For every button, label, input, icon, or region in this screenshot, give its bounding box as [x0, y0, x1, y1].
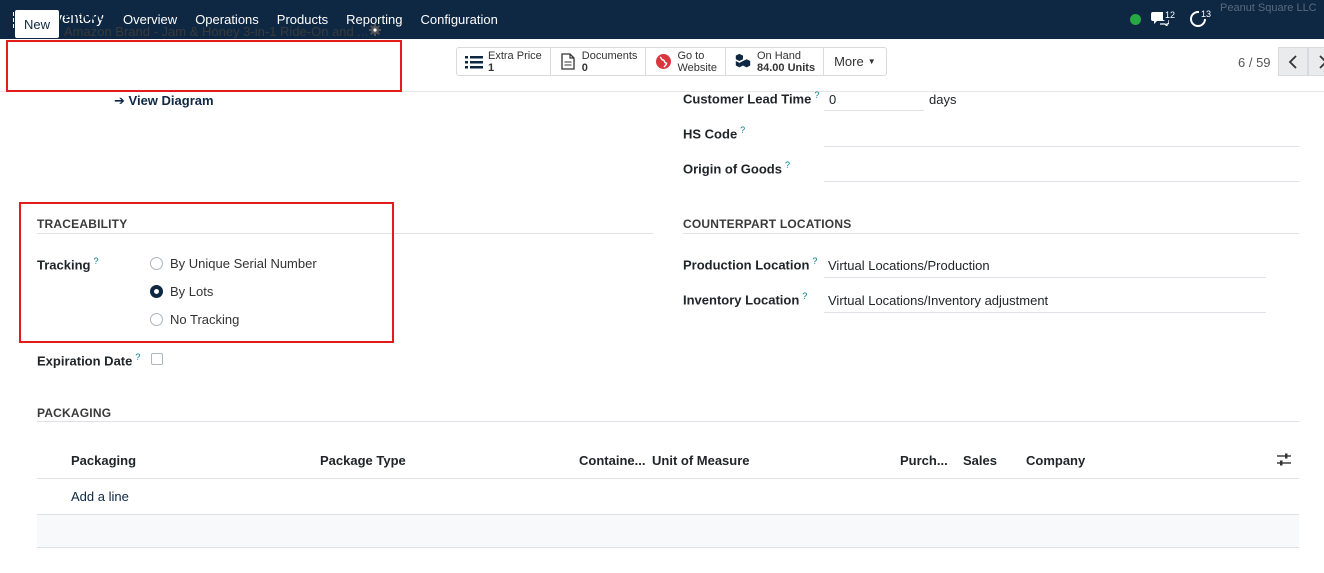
caret-down-icon: ▼: [867, 57, 876, 66]
col-sales[interactable]: Sales: [963, 453, 997, 468]
hs-code-input[interactable]: [824, 146, 1299, 147]
arrow-right-icon: ➔: [114, 93, 129, 108]
col-package-type[interactable]: Package Type: [320, 453, 406, 468]
customer-lead-time-text: Customer Lead Time: [683, 91, 812, 107]
on-hand-button[interactable]: On Hand 84.00 Units: [726, 48, 825, 75]
record-title: Amazon Brand - Jam & Honey 3-in-1 Ride-O…: [64, 24, 369, 39]
customer-lead-time-underline: [824, 110, 924, 111]
chevron-right-icon: [1319, 54, 1324, 69]
documents-label: Documents: [581, 49, 638, 62]
pager-counter[interactable]: 6 / 59: [1238, 55, 1271, 70]
pager-previous-button[interactable]: [1278, 47, 1308, 76]
counterpart-rule: [683, 233, 1299, 234]
more-label: More: [834, 54, 864, 69]
expiration-date-checkbox[interactable]: [151, 353, 163, 365]
extra-price-label: Extra Price: [488, 49, 542, 62]
col-container[interactable]: Containe...: [579, 453, 645, 468]
inventory-location-underline: [824, 312, 1266, 313]
counterpart-title: COUNTERPART LOCATIONS: [683, 217, 852, 231]
expiration-date-text: Expiration Date: [37, 353, 133, 369]
document-icon: [559, 53, 577, 70]
online-status-icon[interactable]: [1130, 14, 1141, 25]
extra-price-value: 1: [488, 61, 495, 74]
globe-icon: [654, 54, 672, 70]
production-location-underline: [824, 277, 1266, 278]
extra-price-button[interactable]: Extra Price 1: [457, 48, 551, 75]
hs-code-text: HS Code: [683, 126, 738, 142]
customer-lead-time-input[interactable]: 0: [829, 92, 836, 107]
traceability-highlight-box: [19, 202, 394, 343]
col-packaging[interactable]: Packaging: [71, 453, 136, 468]
help-icon[interactable]: ?: [740, 125, 745, 135]
list-icon: [465, 54, 483, 70]
view-diagram-link[interactable]: ➔ View Diagram: [114, 93, 214, 109]
pager-next-button[interactable]: [1308, 47, 1324, 76]
inventory-location-input[interactable]: Virtual Locations/Inventory adjustment: [828, 293, 1048, 308]
col-purchase[interactable]: Purch...: [900, 453, 948, 468]
inventory-location-label: Inventory Location?: [683, 291, 807, 307]
inventory-location-text: Inventory Location: [683, 292, 800, 308]
company-name[interactable]: Peanut Square LLC: [1220, 2, 1317, 14]
table-footer: [37, 514, 1299, 548]
production-location-label: Production Location?: [683, 256, 817, 272]
origin-text: Origin of Goods: [683, 161, 782, 177]
documents-value: 0: [581, 61, 588, 74]
col-unit-of-measure[interactable]: Unit of Measure: [652, 453, 750, 468]
gear-icon[interactable]: [369, 24, 381, 36]
column-settings-icon[interactable]: [1277, 453, 1291, 467]
production-location-input[interactable]: Virtual Locations/Production: [828, 258, 990, 273]
help-icon[interactable]: ?: [802, 291, 807, 301]
website-label: Website: [677, 61, 717, 74]
help-icon[interactable]: ?: [814, 90, 819, 100]
origin-input[interactable]: [824, 181, 1299, 182]
help-icon[interactable]: ?: [135, 352, 140, 362]
col-company[interactable]: Company: [1026, 453, 1085, 468]
table-header-rule: [37, 478, 1299, 479]
expiration-date-label: Expiration Date?: [37, 352, 140, 368]
lead-time-unit: days: [929, 92, 957, 107]
cubes-icon: [734, 53, 752, 70]
on-hand-label: On Hand: [756, 49, 802, 62]
chat-count-badge: 12: [1163, 10, 1178, 20]
more-dropdown[interactable]: More ▼: [824, 48, 886, 75]
on-hand-value: 84.00 Units: [756, 61, 816, 74]
menu-configuration[interactable]: Configuration: [420, 12, 497, 27]
add-a-line-link[interactable]: Add a line: [71, 489, 129, 504]
chevron-left-icon: [1288, 54, 1297, 69]
smart-buttons: Extra Price 1 Documents 0 Go to Website On …: [456, 47, 887, 76]
customer-lead-time-label: Customer Lead Time?: [683, 90, 819, 106]
go-to-website-button[interactable]: Go to Website: [646, 48, 726, 75]
help-icon[interactable]: ?: [785, 160, 790, 170]
packaging-title: PACKAGING: [37, 406, 112, 420]
breadcrumb-highlight-box: [6, 40, 402, 92]
production-location-text: Production Location: [683, 257, 810, 273]
breadcrumb-parent[interactable]: Products: [64, 9, 116, 23]
packaging-rule: [37, 421, 1299, 422]
documents-button[interactable]: Documents 0: [551, 48, 647, 75]
origin-label: Origin of Goods?: [683, 160, 790, 176]
help-icon[interactable]: ?: [812, 256, 817, 266]
new-button[interactable]: New: [14, 9, 60, 39]
activity-count-badge: 13: [1199, 9, 1214, 19]
view-diagram-label: View Diagram: [128, 93, 214, 108]
hs-code-label: HS Code?: [683, 125, 745, 141]
go-to-label: Go to: [677, 49, 705, 62]
